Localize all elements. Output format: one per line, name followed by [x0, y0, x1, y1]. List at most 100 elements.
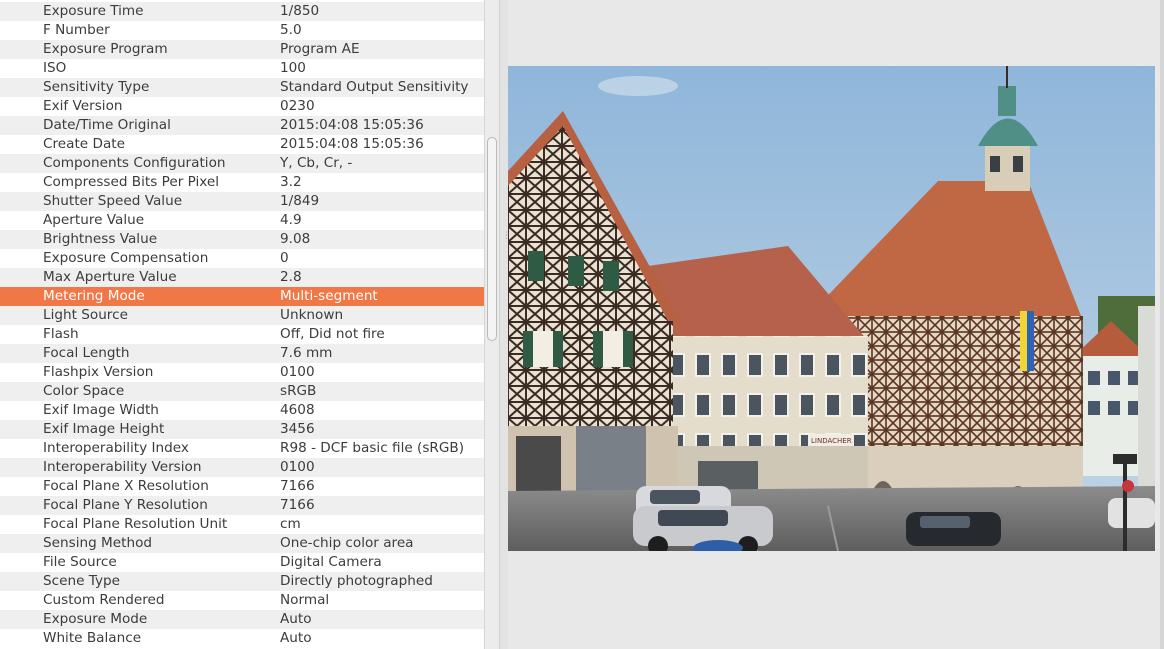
- metadata-value: cm: [280, 516, 301, 532]
- metadata-row[interactable]: F Number 5.0: [0, 21, 484, 40]
- metadata-row[interactable]: Exposure Mode Auto: [0, 610, 484, 629]
- metadata-row[interactable]: Interoperability Index R98 - DCF basic fi…: [0, 439, 484, 458]
- metadata-row[interactable]: Metering Mode Multi-segment: [0, 287, 484, 306]
- metadata-row[interactable]: Brightness Value 9.08: [0, 230, 484, 249]
- metadata-key: Exposure Compensation: [43, 250, 209, 266]
- metadata-value: 1/850: [280, 3, 320, 19]
- metadata-key: Color Space: [43, 383, 125, 399]
- metadata-value: Y, Cb, Cr, -: [280, 155, 353, 171]
- metadata-row[interactable]: Exposure Time 1/850: [0, 2, 484, 21]
- metadata-key: Exif Version: [43, 98, 123, 114]
- metadata-row[interactable]: Sensing Method One-chip color area: [0, 534, 484, 553]
- metadata-key: Light Source: [43, 307, 128, 323]
- metadata-key: Interoperability Index: [43, 440, 189, 456]
- metadata-value: 7.6 mm: [280, 345, 333, 361]
- metadata-value: Directly photographed: [280, 573, 433, 589]
- metadata-value: Program AE: [280, 41, 360, 57]
- metadata-key: Exposure Program: [43, 41, 168, 57]
- metadata-key: White Balance: [43, 630, 142, 646]
- metadata-panel: Exposure Time 1/850 F Number 5.0 Exposure Pr…: [0, 0, 484, 649]
- metadata-value: 9.08: [280, 231, 311, 247]
- metadata-value: 0: [280, 250, 289, 266]
- metadata-row[interactable]: Focal Plane Resolution Unit cm: [0, 515, 484, 534]
- metadata-value: 0100: [280, 459, 315, 475]
- metadata-row[interactable]: ISO 100: [0, 59, 484, 78]
- metadata-value: 0100: [280, 364, 315, 380]
- metadata-row[interactable]: Shutter Speed Value 1/849: [0, 192, 484, 211]
- metadata-value: 1/849: [280, 193, 320, 209]
- metadata-row[interactable]: Components Configuration Y, Cb, Cr, -: [0, 154, 484, 173]
- metadata-value: 100: [280, 60, 306, 76]
- metadata-value: 4608: [280, 402, 315, 418]
- metadata-row[interactable]: File Source Digital Camera: [0, 553, 484, 572]
- shop-sign: LINDACHER: [811, 437, 852, 445]
- metadata-key: Focal Plane X Resolution: [43, 478, 209, 494]
- metadata-key: Exposure Time: [43, 3, 144, 19]
- metadata-key: Create Date: [43, 136, 125, 152]
- metadata-row[interactable]: Sensitivity Type Standard Output Sensitiv…: [0, 78, 484, 97]
- metadata-value: 3456: [280, 421, 315, 437]
- metadata-row[interactable]: Aperture Value 4.9: [0, 211, 484, 230]
- metadata-value: Standard Output Sensitivity: [280, 79, 469, 95]
- metadata-key: Components Configuration: [43, 155, 226, 171]
- town-square-photo: LINDACHER: [508, 66, 1155, 551]
- window-right-border: [1160, 0, 1164, 649]
- metadata-row[interactable]: Color Space sRGB: [0, 382, 484, 401]
- metadata-row[interactable]: Create Date 2015:04:08 15:05:36: [0, 135, 484, 154]
- metadata-row[interactable]: Scene Type Directly photographed: [0, 572, 484, 591]
- metadata-value: One-chip color area: [280, 535, 414, 551]
- metadata-row[interactable]: Flash Off, Did not fire: [0, 325, 484, 344]
- metadata-key: Sensing Method: [43, 535, 153, 551]
- metadata-row[interactable]: Max Aperture Value 2.8: [0, 268, 484, 287]
- metadata-row[interactable]: Flashpix Version 0100: [0, 363, 484, 382]
- metadata-value: 3.2: [280, 174, 302, 190]
- metadata-row[interactable]: Compressed Bits Per Pixel 3.2: [0, 173, 484, 192]
- metadata-key: Aperture Value: [43, 212, 145, 228]
- image-preview-pane: LINDACHER: [508, 0, 1164, 649]
- metadata-row[interactable]: Focal Plane Y Resolution 7166: [0, 496, 484, 515]
- metadata-key: Interoperability Version: [43, 459, 202, 475]
- metadata-key: Scene Type: [43, 573, 120, 589]
- metadata-value: sRGB: [280, 383, 317, 399]
- metadata-row[interactable]: Custom Rendered Normal: [0, 591, 484, 610]
- metadata-value: 0230: [280, 98, 315, 114]
- metadata-key: Shutter Speed Value: [43, 193, 183, 209]
- metadata-key: File Source: [43, 554, 117, 570]
- metadata-value: 2.8: [280, 269, 302, 285]
- metadata-row[interactable]: Interoperability Version 0100: [0, 458, 484, 477]
- metadata-scrollbar[interactable]: [484, 0, 499, 649]
- metadata-key: F Number: [43, 22, 110, 38]
- metadata-key: Metering Mode: [43, 288, 145, 304]
- metadata-value: 4.9: [280, 212, 302, 228]
- metadata-row[interactable]: Focal Length 7.6 mm: [0, 344, 484, 363]
- metadata-row[interactable]: Light Source Unknown: [0, 306, 484, 325]
- metadata-row[interactable]: Focal Plane X Resolution 7166: [0, 477, 484, 496]
- metadata-value: Auto: [280, 611, 312, 627]
- metadata-key: Focal Plane Resolution Unit: [43, 516, 228, 532]
- photo-preview: LINDACHER: [508, 66, 1155, 551]
- metadata-key: Date/Time Original: [43, 117, 171, 133]
- metadata-value: Off, Did not fire: [280, 326, 385, 342]
- metadata-value: Unknown: [280, 307, 344, 323]
- metadata-key: Brightness Value: [43, 231, 158, 247]
- metadata-key: Max Aperture Value: [43, 269, 177, 285]
- exif-viewer-window: Exposure Time 1/850 F Number 5.0 Exposure Pr…: [0, 0, 1164, 649]
- pane-splitter[interactable]: ⋮: [499, 0, 511, 649]
- metadata-row[interactable]: Date/Time Original 2015:04:08 15:05:36: [0, 116, 484, 135]
- metadata-value: 7166: [280, 497, 315, 513]
- metadata-key: Custom Rendered: [43, 592, 165, 608]
- metadata-value: 2015:04:08 15:05:36: [280, 136, 424, 152]
- metadata-value: R98 - DCF basic file (sRGB): [280, 440, 465, 456]
- metadata-key: Exif Image Height: [43, 421, 165, 437]
- metadata-row[interactable]: Exif Version 0230: [0, 97, 484, 116]
- metadata-row[interactable]: Exposure Compensation 0: [0, 249, 484, 268]
- metadata-row[interactable]: Exposure Program Program AE: [0, 40, 484, 59]
- metadata-row[interactable]: Exif Image Width 4608: [0, 401, 484, 420]
- metadata-value: Normal: [280, 592, 330, 608]
- metadata-key: Focal Plane Y Resolution: [43, 497, 208, 513]
- metadata-value: 2015:04:08 15:05:36: [280, 117, 424, 133]
- scrollbar-thumb[interactable]: [487, 137, 497, 341]
- metadata-row[interactable]: White Balance Auto: [0, 629, 484, 648]
- metadata-row[interactable]: Exif Image Height 3456: [0, 420, 484, 439]
- metadata-key: Flashpix Version: [43, 364, 154, 380]
